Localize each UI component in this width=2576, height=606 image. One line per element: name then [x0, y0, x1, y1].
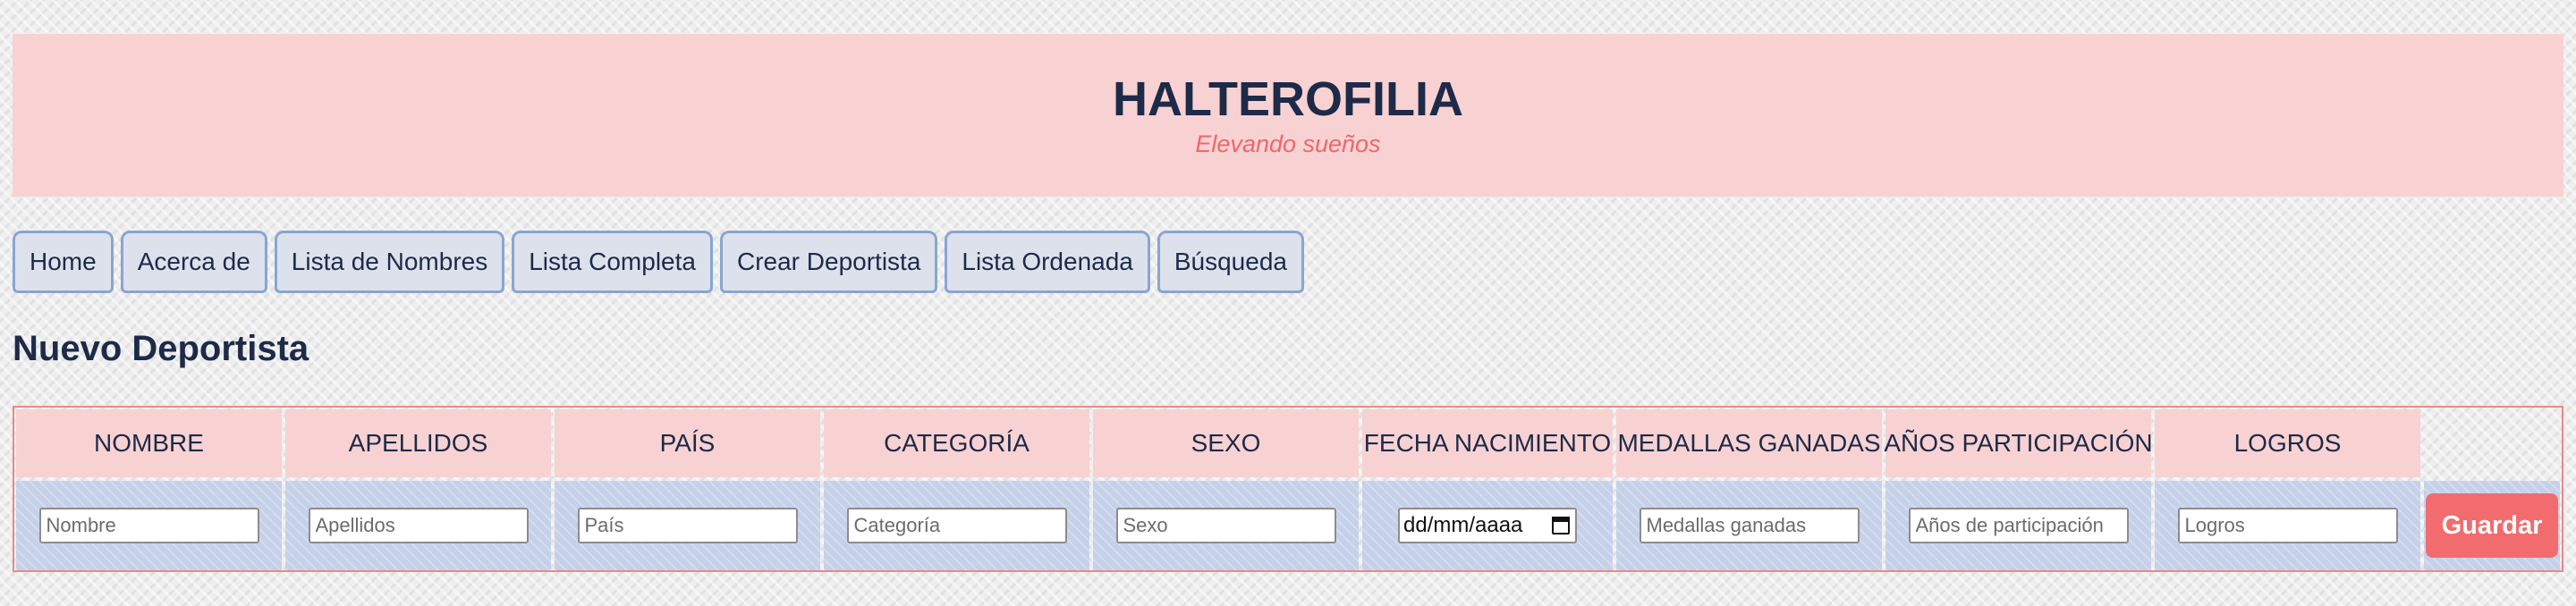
- column-header-fecha-nacimiento: FECHA NACIMIENTO: [1362, 409, 1613, 477]
- calendar-icon[interactable]: [1552, 517, 1570, 534]
- nav-tab-name-list[interactable]: Lista de Nombres: [274, 231, 505, 293]
- nav-tab-create-athlete[interactable]: Crear Deportista: [719, 231, 938, 293]
- column-header-categoria: CATEGORÍA: [824, 409, 1089, 477]
- cell-apellidos: [285, 481, 551, 570]
- cell-sexo: [1093, 481, 1359, 570]
- site-header: HALTEROFILIA Elevando sueños: [13, 34, 2563, 197]
- nav-tab-about[interactable]: Acerca de: [120, 231, 267, 293]
- nav-tab-home[interactable]: Home: [13, 231, 114, 293]
- cell-nombre: [16, 481, 282, 570]
- cell-anos-participacion: [1885, 481, 2151, 570]
- form-input-row: dd/mm/aaaa Guardar: [16, 481, 2560, 570]
- cell-logros: [2155, 481, 2420, 570]
- cell-categoria: [824, 481, 1089, 570]
- cell-fecha-nacimiento: dd/mm/aaaa: [1362, 481, 1613, 570]
- cell-action: Guardar: [2424, 481, 2560, 570]
- date-placeholder: dd/mm/aaaa: [1403, 513, 1523, 537]
- column-header-sexo: SEXO: [1093, 409, 1359, 477]
- form-header-row: NOMBRE APELLIDOS PAÍS CATEGORÍA SEXO FEC…: [16, 409, 2560, 477]
- pais-input[interactable]: [577, 508, 798, 543]
- fecha-nacimiento-input[interactable]: dd/mm/aaaa: [1398, 508, 1577, 543]
- column-header-apellidos: APELLIDOS: [285, 409, 551, 477]
- sexo-input[interactable]: [1115, 508, 1336, 543]
- column-header-logros: LOGROS: [2155, 409, 2420, 477]
- cell-medallas: [1616, 481, 1882, 570]
- new-athlete-form: NOMBRE APELLIDOS PAÍS CATEGORÍA SEXO FEC…: [13, 406, 2563, 572]
- column-header-anos-participacion: AÑOS PARTICIPACIÓN: [1884, 409, 2153, 477]
- apellidos-input[interactable]: [308, 508, 529, 543]
- medallas-input[interactable]: [1639, 508, 1860, 543]
- site-title: HALTEROFILIA: [1113, 72, 1463, 126]
- save-button[interactable]: Guardar: [2426, 493, 2558, 558]
- cell-pais: [555, 481, 820, 570]
- column-header-pais: PAÍS: [555, 409, 820, 477]
- column-header-nombre: NOMBRE: [16, 409, 282, 477]
- column-header-action: [2424, 409, 2560, 477]
- nav-tab-search[interactable]: Búsqueda: [1157, 231, 1304, 293]
- site-subtitle: Elevando sueños: [1195, 130, 1381, 157]
- column-header-medallas: MEDALLAS GANADAS: [1616, 409, 1882, 477]
- main-nav: Home Acerca de Lista de Nombres Lista Co…: [13, 231, 1304, 295]
- categoria-input[interactable]: [846, 508, 1067, 543]
- nav-tab-full-list[interactable]: Lista Completa: [512, 231, 713, 293]
- page-title: Nuevo Deportista: [13, 329, 309, 368]
- nav-tab-sorted-list[interactable]: Lista Ordenada: [945, 231, 1150, 293]
- nombre-input[interactable]: [38, 508, 259, 543]
- logros-input[interactable]: [2177, 508, 2398, 543]
- anos-participacion-input[interactable]: [1908, 508, 2129, 543]
